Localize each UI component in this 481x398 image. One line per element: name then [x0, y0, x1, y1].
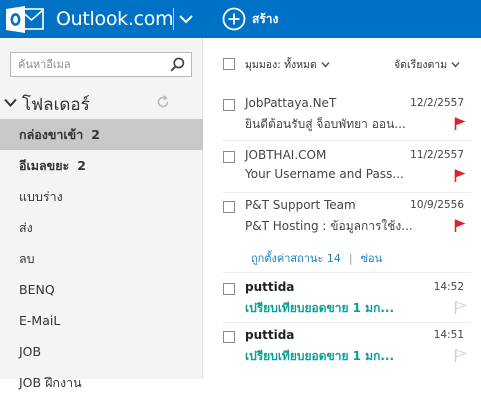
message-subject: ยินดีต้อนรับสู่ จ็อบพัทยา ออน...	[245, 117, 406, 131]
message-divider	[223, 272, 471, 273]
message-subject: เปรียบเทียบยอดขาย 1 มก...	[245, 349, 395, 363]
view-filter-dropdown[interactable]: มุมมอง: ทั้งหมด	[245, 56, 330, 73]
folder-label: E-MaiL	[19, 313, 61, 328]
message-sender: P&T Support Team	[245, 198, 356, 212]
thread-separator: |	[348, 252, 353, 265]
folder-item-job[interactable]: JOB	[0, 336, 203, 367]
folders-title: โฟลเดอร์	[22, 95, 90, 115]
folders-header[interactable]: โฟลเดอร์	[0, 90, 203, 116]
sort-label: จัดเรียงตาม	[394, 59, 448, 71]
message-checkbox[interactable]	[223, 331, 235, 343]
view-filter-label: มุมมอง: ทั้งหมด	[245, 59, 317, 71]
message-divider	[223, 322, 471, 323]
brand-divider	[173, 8, 174, 30]
folder-item-benq[interactable]: BENQ	[0, 274, 203, 305]
message-date: 10/9/2556	[410, 199, 464, 211]
chevron-down-icon	[321, 62, 330, 68]
message-divider	[223, 140, 471, 141]
message-divider	[223, 192, 471, 193]
message-item[interactable]: puttida 14:51 เปรียบเทียบยอดขาย 1 มก...	[204, 328, 481, 368]
message-checkbox[interactable]	[223, 283, 235, 295]
folder-label: อีเมลขยะ	[19, 158, 70, 173]
folder-list: กล่องขาเข้า 2 อีเมลขยะ 2 แบบร่าง ส่ง ลบ BE…	[0, 119, 203, 398]
select-all-checkbox[interactable]	[223, 58, 235, 70]
new-message-button[interactable]: สร้าง	[222, 5, 278, 33]
folder-item-junk[interactable]: อีเมลขยะ 2	[0, 150, 203, 181]
outlook-logo-icon[interactable]	[6, 6, 44, 33]
flag-outline-icon[interactable]	[454, 301, 466, 314]
new-message-label: สร้าง	[252, 11, 279, 26]
message-list-pane: มุมมอง: ทั้งหมด จัดเรียงตาม JobPattaya.N…	[204, 38, 481, 379]
message-item[interactable]: JobPattaya.NeT 12/2/2557 ยินดีต้อนรับสู่…	[204, 96, 481, 136]
chevron-down-icon	[451, 62, 460, 68]
folder-label: JOB	[19, 344, 42, 359]
folder-label: ส่ง	[19, 220, 33, 235]
app-switcher-chevron-down-icon[interactable]	[179, 12, 193, 26]
message-date: 11/2/2557	[410, 149, 464, 161]
message-checkbox[interactable]	[223, 201, 235, 213]
message-sender: JobPattaya.NeT	[245, 96, 337, 110]
folder-item-job-internship[interactable]: JOB ฝึกงาน	[0, 367, 203, 398]
folder-label: กล่องขาเข้า	[19, 127, 84, 142]
refresh-icon[interactable]	[156, 95, 170, 109]
folder-label: JOB ฝึกงาน	[19, 375, 82, 390]
message-date: 14:52	[433, 281, 464, 293]
folder-item-e-mail[interactable]: E-MaiL	[0, 305, 203, 336]
sort-dropdown[interactable]: จัดเรียงตาม	[394, 56, 460, 73]
search-box	[10, 52, 192, 77]
message-subject: P&T Hosting : ข้อมูลการใช้ง...	[245, 219, 413, 233]
flag-icon[interactable]	[454, 117, 466, 130]
flagged-summary-row: ถูกตั้งค่าสถานะ 14 | ซ่อน	[251, 249, 382, 267]
folder-item-sent[interactable]: ส่ง	[0, 212, 203, 243]
plus-circle-icon	[222, 7, 246, 31]
message-subject: เปรียบเทียบยอดขาย 1 มก...	[245, 301, 395, 315]
message-item[interactable]: puttida 14:52 เปรียบเทียบยอดขาย 1 มก...	[204, 280, 481, 320]
flag-outline-icon[interactable]	[454, 349, 466, 362]
message-date: 12/2/2557	[410, 97, 464, 109]
message-checkbox[interactable]	[223, 151, 235, 163]
top-bar: Outlook.com สร้าง	[0, 0, 481, 38]
folder-item-drafts[interactable]: แบบร่าง	[0, 181, 203, 212]
message-item[interactable]: JOBTHAI.COM 11/2/2557 Your Username and …	[204, 148, 481, 188]
hide-flagged-link[interactable]: ซ่อน	[361, 252, 383, 265]
brand-title[interactable]: Outlook.com	[56, 6, 174, 32]
folder-label: ลบ	[19, 251, 35, 266]
search-input[interactable]	[11, 53, 161, 76]
message-date: 14:51	[433, 329, 464, 341]
message-sender: JOBTHAI.COM	[245, 148, 327, 162]
sidebar: โฟลเดอร์ กล่องขาเข้า2 อีเมลขยะ2 แบบร่าง …	[0, 38, 203, 390]
folder-item-deleted[interactable]: ลบ	[0, 243, 203, 274]
message-sender: puttida	[245, 328, 295, 342]
folder-label: BENQ	[19, 282, 55, 297]
flagged-count-link[interactable]: ถูกตั้งค่าสถานะ 14	[251, 252, 341, 265]
folder-count: 2	[77, 158, 86, 173]
flag-icon[interactable]	[454, 169, 466, 182]
search-icon[interactable]	[170, 57, 185, 72]
chevron-down-icon[interactable]	[4, 96, 17, 109]
flag-icon[interactable]	[454, 219, 466, 232]
message-list-header: มุมมอง: ทั้งหมด จัดเรียงตาม	[204, 38, 481, 78]
message-checkbox[interactable]	[223, 99, 235, 111]
folder-label: แบบร่าง	[19, 189, 63, 204]
message-sender: puttida	[245, 280, 295, 294]
folder-count: 2	[91, 127, 100, 142]
message-item[interactable]: P&T Support Team 10/9/2556 P&T Hosting :…	[204, 198, 481, 238]
folder-item-inbox[interactable]: กล่องขาเข้า 2	[0, 119, 203, 150]
message-subject: Your Username and Pass...	[245, 167, 404, 181]
